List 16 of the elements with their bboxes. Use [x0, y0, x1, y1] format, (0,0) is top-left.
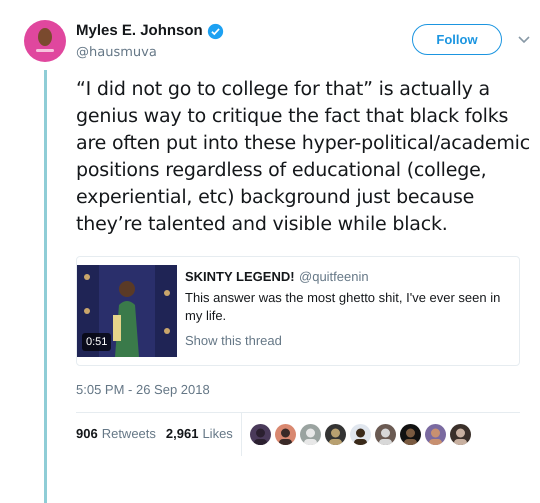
quoted-tweet-card[interactable]: 0:51 SKINTY LEGEND! @quitfeenin This answer was the most ghetto shit, I've ever seen in my life. Show this thread [76, 256, 520, 366]
follow-button[interactable]: Follow [412, 24, 502, 55]
show-thread-link[interactable]: Show this thread [185, 331, 509, 350]
quoted-author-name: SKINTY LEGEND! [185, 269, 295, 284]
author-name[interactable]: Myles E. Johnson [76, 20, 203, 42]
quoted-tweet-text: This answer was the most ghetto shit, I've ever seen in my life. [185, 289, 502, 325]
stat-count[interactable]: 2,961 [166, 426, 198, 442]
stat-count[interactable]: 906 [76, 426, 98, 442]
quoted-author-handle: @quitfeenin [299, 269, 369, 284]
stat-label[interactable]: Retweets [102, 426, 156, 442]
timestamp[interactable]: 5:05 PM - 26 Sep 2018 [76, 380, 530, 400]
chevron-down-icon[interactable] [518, 36, 530, 44]
tweet-text: “I did not go to college for that” is actually a genius way to critique the fact that black folks are often put into these hyper-political/academic positions regardless of educational (college, experiential, etc) background just because they’re talented and visible while black. [76, 77, 530, 237]
video-duration: 0:51 [82, 332, 112, 351]
stat-label[interactable]: Likes [202, 426, 233, 442]
author-handle[interactable]: @hausmuva [76, 42, 412, 62]
